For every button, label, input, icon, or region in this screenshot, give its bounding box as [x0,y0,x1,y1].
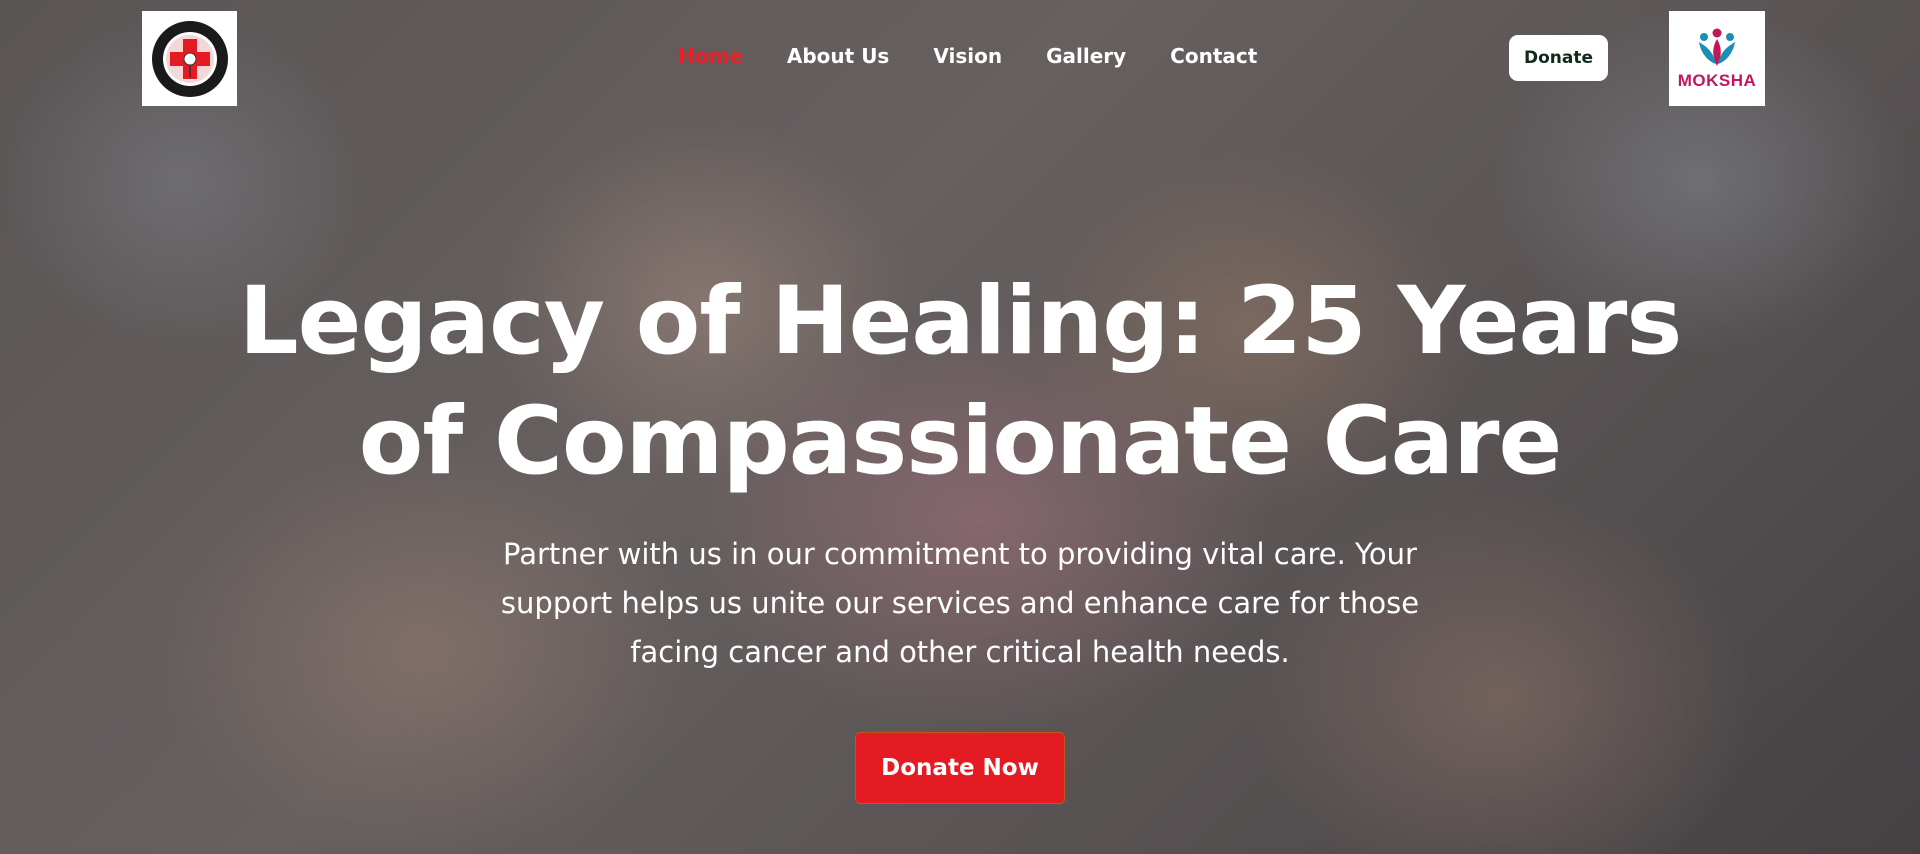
brand-name: MOKSHA [1677,71,1757,90]
hero-subtitle: Partner with us in our commitment to pro… [500,537,1420,669]
red-cross-icon [151,20,228,97]
nav-home[interactable]: Home [678,44,743,68]
donate-now-button[interactable]: Donate Now [855,732,1065,804]
hero-title: Legacy of Healing: 25 Years of Compassio… [238,267,1683,496]
main-nav: Home About Us Vision Gallery Contact [678,44,1257,68]
moksha-logo[interactable]: MOKSHA [1669,11,1765,106]
nav-about-us[interactable]: About Us [787,44,889,68]
nav-gallery[interactable]: Gallery [1046,44,1126,68]
donate-button[interactable]: Donate [1509,35,1608,81]
people-heart-icon [1699,28,1735,66]
nav-vision[interactable]: Vision [933,44,1002,68]
nav-contact[interactable]: Contact [1170,44,1257,68]
org-logo[interactable] [142,11,237,106]
